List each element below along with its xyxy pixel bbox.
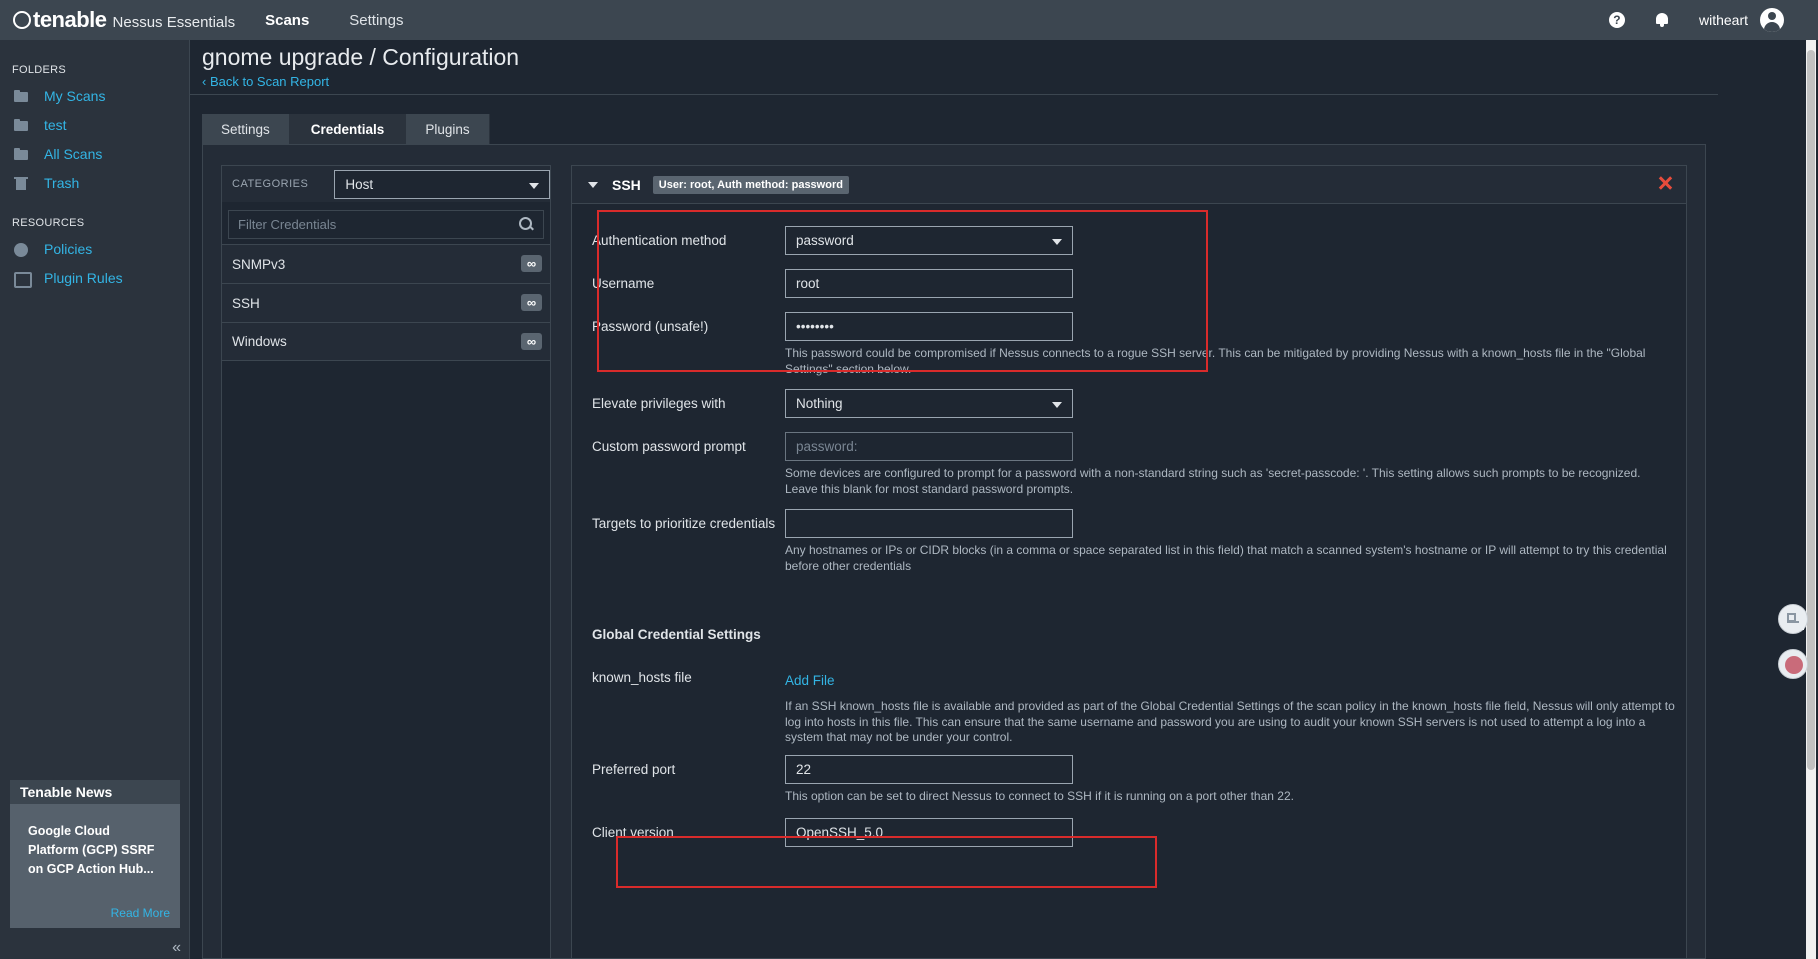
sidebar-item-label: Policies — [44, 240, 93, 257]
infinity-icon: ∞ — [521, 294, 542, 311]
top-bar: tenable Nessus Essentials Scans Settings… — [0, 0, 1818, 40]
client-version-label: Client version — [592, 825, 674, 840]
sidebar-item-label: test — [44, 116, 67, 133]
page-scrollbar[interactable] — [1806, 40, 1816, 959]
credential-item-ssh[interactable]: SSH ∞ — [222, 283, 550, 322]
policy-icon — [14, 242, 28, 257]
chevron-down-icon — [1052, 239, 1062, 245]
add-file-link[interactable]: Add File — [785, 673, 835, 688]
divider — [190, 94, 1718, 95]
categories-label: CATEGORIES — [232, 178, 309, 190]
tenable-logo[interactable]: tenable Nessus Essentials — [13, 7, 235, 33]
sidebar-item-policies[interactable]: Policies — [14, 234, 189, 263]
targets-label: Targets to prioritize credentials — [592, 516, 776, 531]
sidebar-item-trash[interactable]: Trash — [14, 168, 189, 197]
username[interactable]: witheart — [1699, 12, 1748, 28]
question-icon[interactable]: ? — [1608, 12, 1625, 28]
tenable-logo-icon — [13, 11, 31, 29]
top-nav: Scans Settings — [265, 12, 443, 29]
avatar[interactable] — [1760, 8, 1784, 32]
tenable-news-widget: Tenable News Google Cloud Platform (GCP)… — [10, 780, 180, 928]
config-tabs: Settings Credentials Plugins — [202, 114, 490, 144]
credential-item-windows[interactable]: Windows ∞ — [222, 322, 550, 361]
category-select[interactable]: Host — [334, 169, 550, 199]
tab-credentials[interactable]: Credentials — [289, 114, 407, 144]
auth-method-select[interactable]: password — [785, 226, 1073, 255]
sidebar-item-my-scans[interactable]: My Scans — [14, 81, 189, 110]
sidebar-item-plugin-rules[interactable]: Plugin Rules — [14, 263, 189, 292]
collapse-sidebar-button[interactable]: « — [172, 939, 181, 957]
username-field[interactable]: root — [785, 269, 1073, 298]
sidebar-item-test[interactable]: test — [14, 110, 189, 139]
folder-icon — [14, 147, 28, 160]
sidebar-item-label: Plugin Rules — [44, 269, 123, 286]
close-icon[interactable] — [1658, 176, 1672, 190]
news-read-more-link[interactable]: Read More — [111, 906, 170, 920]
translate-icon[interactable] — [1778, 649, 1808, 679]
news-title: Tenable News — [10, 780, 180, 804]
back-to-scan-report-link[interactable]: ‹ Back to Scan Report — [202, 74, 329, 89]
targets-input[interactable] — [785, 509, 1073, 538]
folders-heading: FOLDERS — [12, 64, 67, 76]
password-help-text: This password could be compromised if Ne… — [785, 346, 1646, 376]
custom-password-prompt-label: Custom password prompt — [592, 439, 746, 454]
search-icon[interactable] — [519, 217, 533, 231]
sidebar-item-label: My Scans — [44, 87, 106, 104]
ssh-title: SSH — [612, 176, 641, 193]
known-hosts-help-text: If an SSH known_hosts file is available … — [785, 699, 1675, 744]
folder-icon — [14, 89, 28, 102]
elevate-privileges-label: Elevate privileges with — [592, 396, 726, 411]
credential-type-list: SNMPv3 ∞ SSH ∞ Windows ∞ — [222, 244, 550, 361]
password-label: Password (unsafe!) — [592, 319, 709, 334]
nav-scans[interactable]: Scans — [265, 12, 309, 29]
tab-plugins[interactable]: Plugins — [406, 114, 490, 144]
trash-icon — [14, 176, 28, 190]
user-area: ? witheart — [1608, 0, 1784, 40]
custom-password-prompt-input[interactable]: password: — [785, 432, 1073, 461]
sidebar-item-label: Trash — [44, 174, 80, 191]
news-headline[interactable]: Google Cloud Platform (GCP) SSRF on GCP … — [10, 804, 180, 879]
categories-row: CATEGORIES Host — [222, 166, 550, 202]
page-title: gnome upgrade / Configuration — [202, 44, 520, 70]
global-credential-settings-title: Global Credential Settings — [592, 627, 761, 642]
ssh-summary-badge: User: root, Auth method: password — [652, 175, 849, 194]
bell-icon[interactable] — [1655, 13, 1669, 27]
rules-icon — [14, 271, 32, 288]
known-hosts-label: known_hosts file — [592, 670, 692, 685]
custom-prompt-help-text: Some devices are configured to prompt fo… — [785, 466, 1641, 496]
filter-credentials-input[interactable]: Filter Credentials — [228, 210, 544, 239]
credentials-panel: CATEGORIES Host Filter Credentials SNMPv… — [221, 165, 551, 959]
preferred-port-help-text: This option can be set to direct Nessus … — [785, 789, 1294, 803]
nav-settings[interactable]: Settings — [349, 12, 403, 29]
folder-icon — [14, 118, 28, 131]
sidebar: FOLDERS My Scans test All Scans Trash RE… — [0, 40, 190, 959]
client-version-input[interactable]: OpenSSH_5.0 — [785, 818, 1073, 847]
auth-method-label: Authentication method — [592, 233, 727, 248]
resources-heading: RESOURCES — [12, 217, 85, 229]
credential-item-snmpv3[interactable]: SNMPv3 ∞ — [222, 244, 550, 283]
password-field[interactable]: •••••••• — [785, 312, 1073, 341]
preferred-port-label: Preferred port — [592, 762, 676, 777]
infinity-icon: ∞ — [521, 333, 542, 350]
username-label: Username — [592, 276, 655, 291]
chevron-down-icon — [529, 182, 539, 189]
grid-icon[interactable] — [1778, 604, 1808, 634]
ssh-credential-panel: SSH User: root, Auth method: password Au… — [571, 165, 1687, 959]
tab-settings[interactable]: Settings — [202, 114, 290, 144]
elevate-privileges-select[interactable]: Nothing — [785, 389, 1073, 418]
sidebar-item-all-scans[interactable]: All Scans — [14, 139, 189, 168]
preferred-port-input[interactable]: 22 — [785, 755, 1073, 784]
scrollbar-thumb[interactable] — [1807, 50, 1815, 770]
ssh-panel-header[interactable]: SSH User: root, Auth method: password — [572, 166, 1686, 204]
infinity-icon: ∞ — [521, 255, 542, 272]
sidebar-item-label: All Scans — [44, 145, 103, 162]
collapse-caret-icon[interactable] — [588, 181, 598, 188]
targets-help-text: Any hostnames or IPs or CIDR blocks (in … — [785, 543, 1667, 573]
chevron-down-icon — [1052, 402, 1062, 408]
